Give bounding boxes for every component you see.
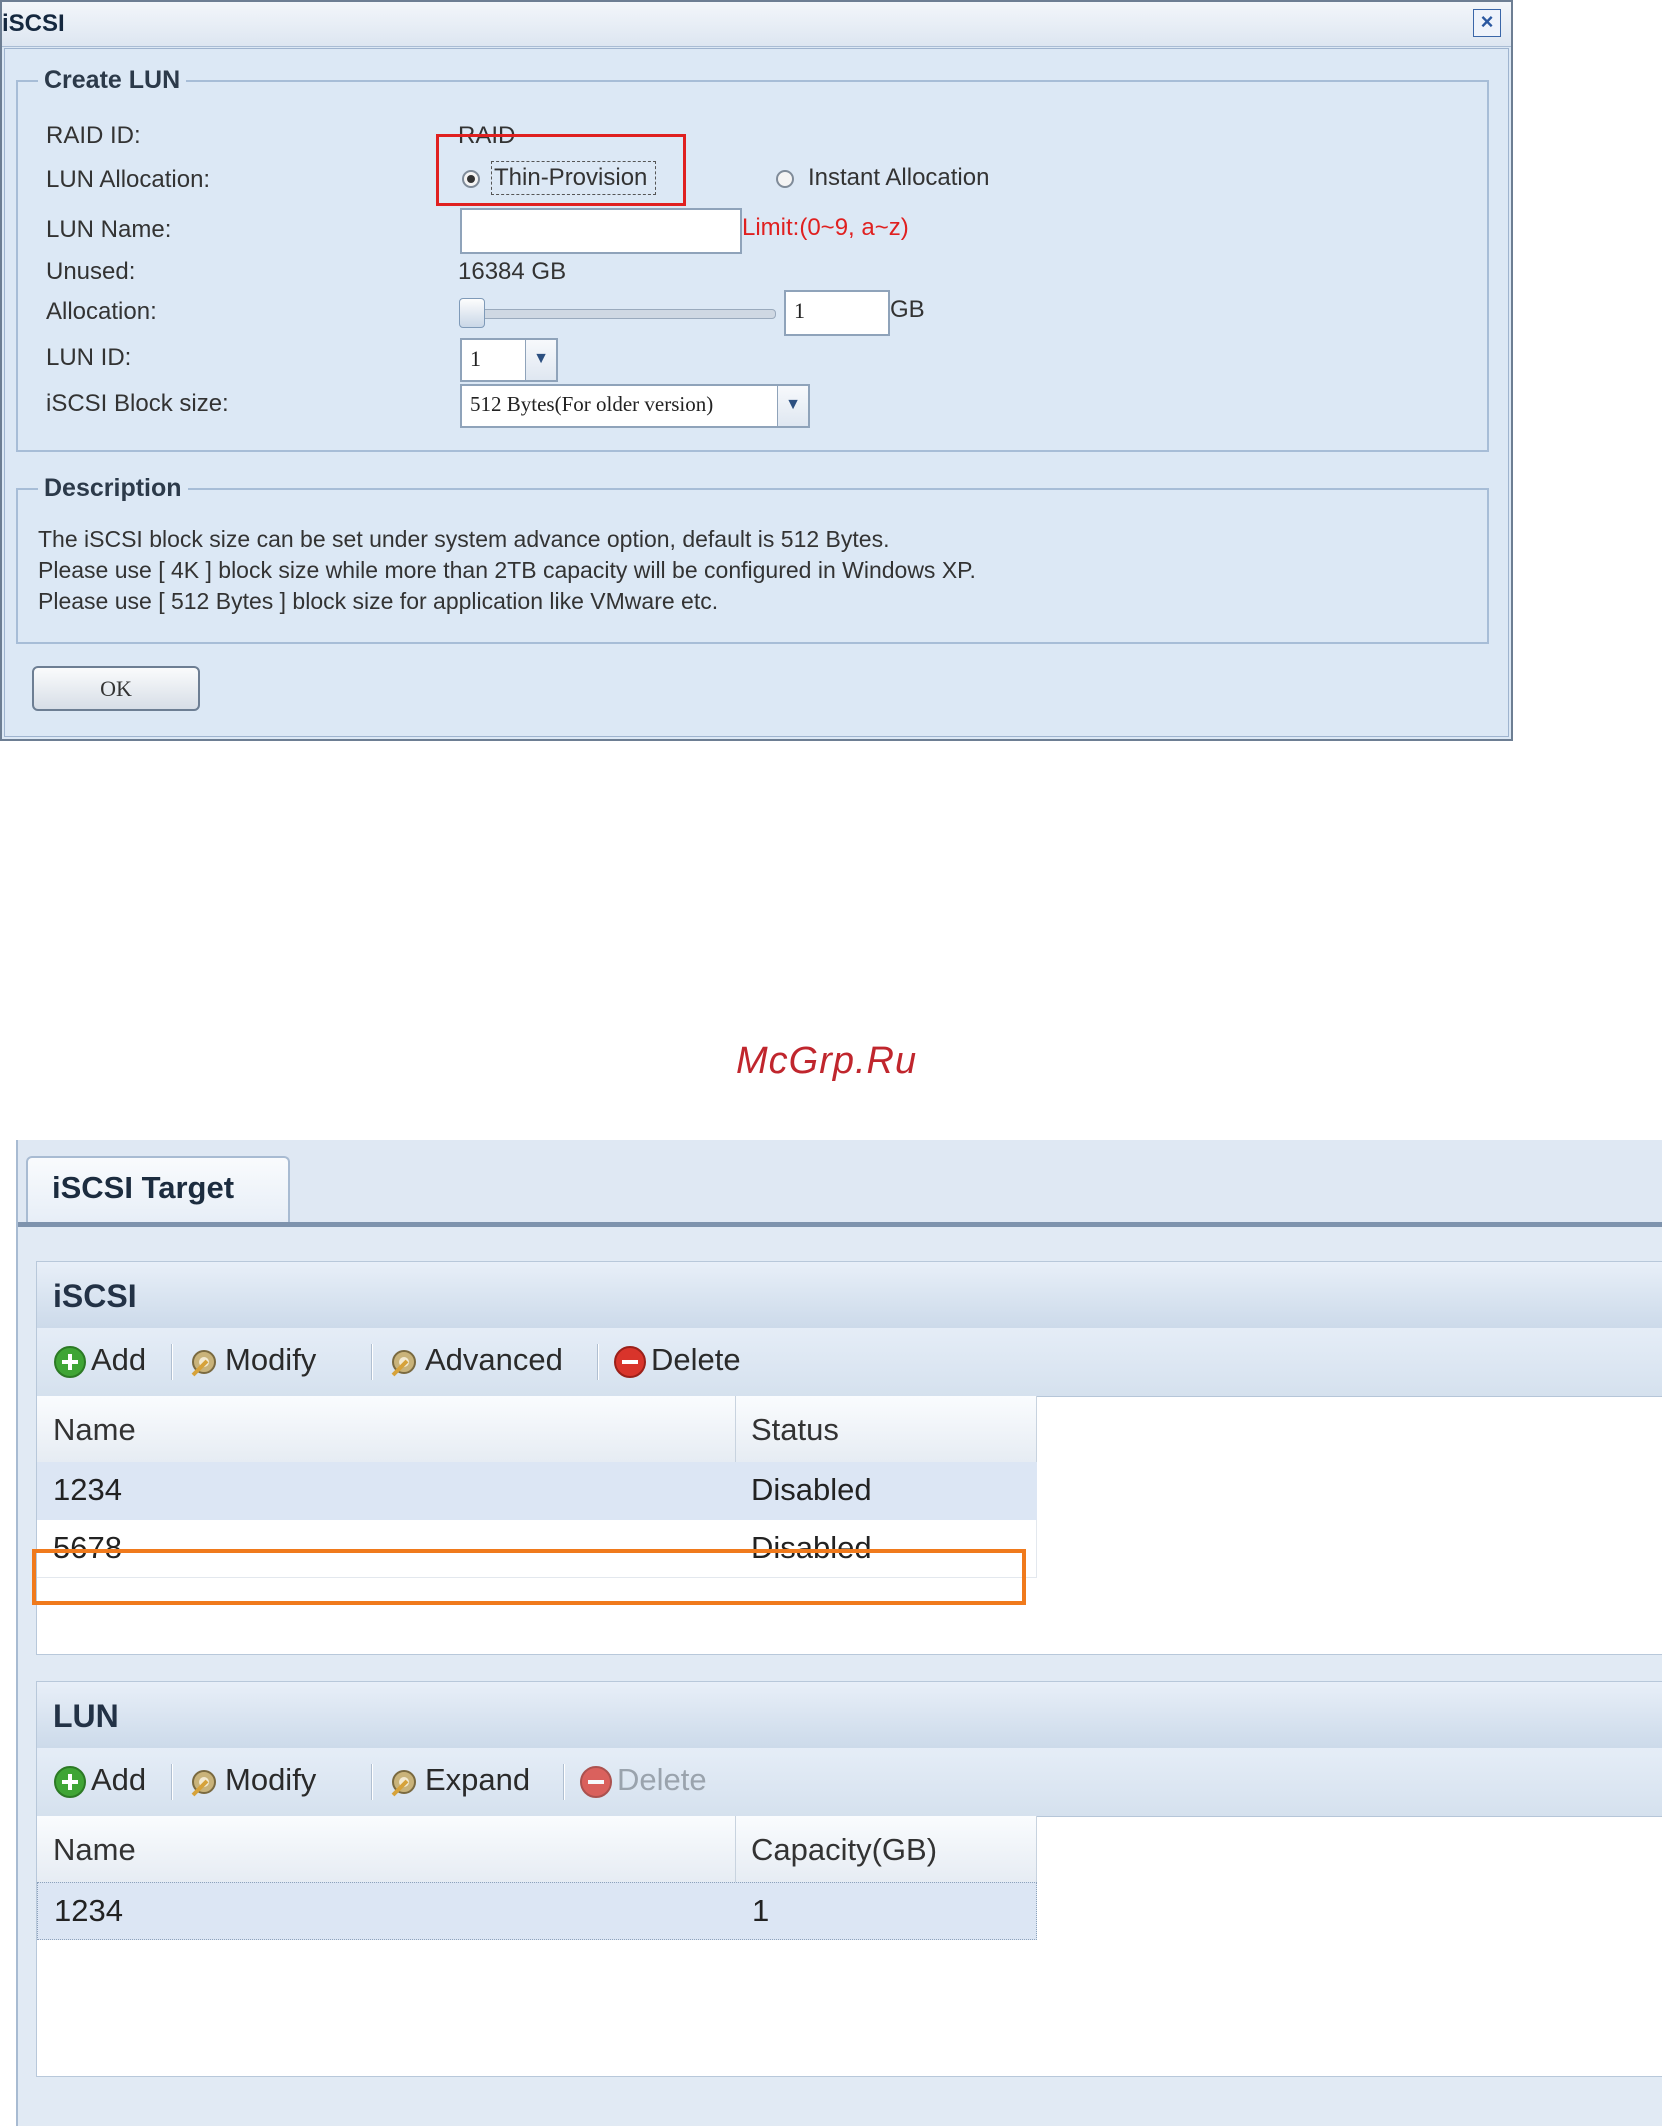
row-name: 1234 xyxy=(53,1472,122,1507)
watermark: McGrp.Ru xyxy=(736,1040,918,1082)
lun-name-limit: Limit:(0~9, a~z) xyxy=(742,214,909,241)
instant-allocation-radio[interactable] xyxy=(776,170,794,188)
iscsi-grid-header: Name Status xyxy=(37,1396,1037,1463)
selected-row-highlight xyxy=(32,1549,1026,1605)
row-status: Disabled xyxy=(751,1472,872,1507)
lun-grid-header: Name Capacity(GB) xyxy=(37,1816,1037,1883)
iscsi-advanced-button[interactable]: Advanced xyxy=(387,1342,563,1382)
lun-expand-button[interactable]: Expand xyxy=(387,1762,530,1802)
iscsi-section-header: iSCSI xyxy=(37,1262,1662,1329)
table-row[interactable]: 1234 Disabled xyxy=(37,1462,1037,1520)
ok-button[interactable]: OK xyxy=(32,666,200,711)
instant-allocation-label[interactable]: Instant Allocation xyxy=(808,164,989,192)
dialog-title: iSCSI xyxy=(2,10,65,37)
dialog-titlebar[interactable]: iSCSI × xyxy=(2,2,1511,47)
iscsi-dialog: iSCSI × Create LUN RAID ID: RAID LUN All… xyxy=(0,0,1513,741)
toolbar-separator xyxy=(597,1344,599,1380)
toolbar-separator xyxy=(171,1764,173,1800)
description-line: Please use [ 512 Bytes ] block size for … xyxy=(38,588,719,614)
panel-body: iSCSI Add Modify Advanced Delete Name St… xyxy=(18,1227,1662,2126)
allocation-input[interactable]: 1 xyxy=(784,290,890,336)
add-icon xyxy=(54,1765,86,1798)
iscsi-modify-button[interactable]: Modify xyxy=(187,1342,316,1382)
iscsi-add-label: Add xyxy=(91,1342,147,1377)
column-header-name[interactable]: Name xyxy=(53,1412,136,1448)
lun-expand-label: Expand xyxy=(425,1762,531,1797)
lun-name-label: LUN Name: xyxy=(46,216,172,243)
description-line: The iSCSI block size can be set under sy… xyxy=(38,526,890,552)
toolbar-separator xyxy=(171,1344,173,1380)
delete-icon xyxy=(580,1765,612,1798)
description-line: Please use [ 4K ] block size while more … xyxy=(38,557,976,583)
column-header-status[interactable]: Status xyxy=(751,1412,839,1448)
toolbar-separator xyxy=(371,1344,373,1380)
row-name: 1234 xyxy=(54,1893,123,1928)
lun-add-button[interactable]: Add xyxy=(53,1762,146,1802)
description-legend: Description xyxy=(38,474,188,503)
allocation-slider-thumb[interactable] xyxy=(459,298,485,328)
description-text: The iSCSI block size can be set under sy… xyxy=(38,524,976,617)
lun-add-label: Add xyxy=(91,1762,147,1797)
iscsi-target-panel: iSCSI Target iSCSI Add Modify Advanced D… xyxy=(16,1140,1662,2126)
lun-delete-label: Delete xyxy=(617,1762,707,1797)
lun-allocation-label: LUN Allocation: xyxy=(46,166,211,193)
column-divider xyxy=(1036,1396,1037,1462)
close-icon[interactable]: × xyxy=(1473,9,1501,37)
allocation-unit: GB xyxy=(890,296,925,323)
block-size-label: iSCSI Block size: xyxy=(46,390,229,417)
thin-provision-radio[interactable] xyxy=(462,170,480,188)
column-header-name[interactable]: Name xyxy=(53,1832,136,1868)
modify-icon xyxy=(191,1349,216,1377)
lun-id-value: 1 xyxy=(470,346,481,371)
lun-name-input[interactable] xyxy=(460,208,742,254)
tab-iscsi-target[interactable]: iSCSI Target xyxy=(26,1156,290,1222)
iscsi-section-title: iSCSI xyxy=(53,1278,137,1314)
toolbar-separator xyxy=(563,1764,565,1800)
table-row[interactable]: 1234 1 xyxy=(37,1882,1037,1940)
iscsi-delete-label: Delete xyxy=(651,1342,741,1377)
lun-toolbar: Add Modify Expand Delete xyxy=(37,1748,1662,1817)
iscsi-add-button[interactable]: Add xyxy=(53,1342,146,1382)
lun-id-label: LUN ID: xyxy=(46,344,132,371)
lun-modify-label: Modify xyxy=(225,1762,317,1797)
lun-modify-button[interactable]: Modify xyxy=(187,1762,316,1802)
create-lun-legend: Create LUN xyxy=(38,66,187,95)
iscsi-delete-button[interactable]: Delete xyxy=(613,1342,741,1382)
toolbar-separator xyxy=(371,1764,373,1800)
raid-id-label: RAID ID: xyxy=(46,122,141,149)
thin-provision-label[interactable]: Thin-Provision xyxy=(490,161,657,195)
block-size-select[interactable]: 512 Bytes(For older version) ▼ xyxy=(460,384,810,428)
lun-delete-button[interactable]: Delete xyxy=(579,1762,707,1802)
delete-icon xyxy=(614,1345,646,1378)
modify-icon xyxy=(191,1769,216,1797)
row-capacity: 1 xyxy=(752,1893,770,1928)
advanced-icon xyxy=(391,1349,416,1377)
column-header-capacity[interactable]: Capacity(GB) xyxy=(751,1832,937,1868)
tab-strip: iSCSI Target xyxy=(18,1140,1662,1224)
allocation-label: Allocation: xyxy=(46,298,157,325)
column-divider xyxy=(1036,1816,1037,1882)
chevron-down-icon[interactable]: ▼ xyxy=(525,340,556,380)
chevron-down-icon[interactable]: ▼ xyxy=(777,386,808,426)
expand-icon xyxy=(391,1769,416,1797)
unused-value: 16384 GB xyxy=(458,258,567,285)
lun-section: LUN Add Modify Expand Delete Name Capaci… xyxy=(36,1681,1662,2077)
iscsi-toolbar: Add Modify Advanced Delete xyxy=(37,1328,1662,1397)
iscsi-modify-label: Modify xyxy=(225,1342,317,1377)
column-divider xyxy=(735,1816,736,1882)
lun-section-title: LUN xyxy=(53,1698,119,1734)
unused-label: Unused: xyxy=(46,258,136,285)
lun-section-header: LUN xyxy=(37,1682,1662,1749)
lun-id-select[interactable]: 1 ▼ xyxy=(460,338,558,382)
iscsi-advanced-label: Advanced xyxy=(425,1342,563,1377)
column-divider xyxy=(735,1396,736,1462)
allocation-slider-track[interactable] xyxy=(462,309,776,319)
add-icon xyxy=(54,1345,86,1378)
block-size-value: 512 Bytes(For older version) xyxy=(470,392,714,416)
